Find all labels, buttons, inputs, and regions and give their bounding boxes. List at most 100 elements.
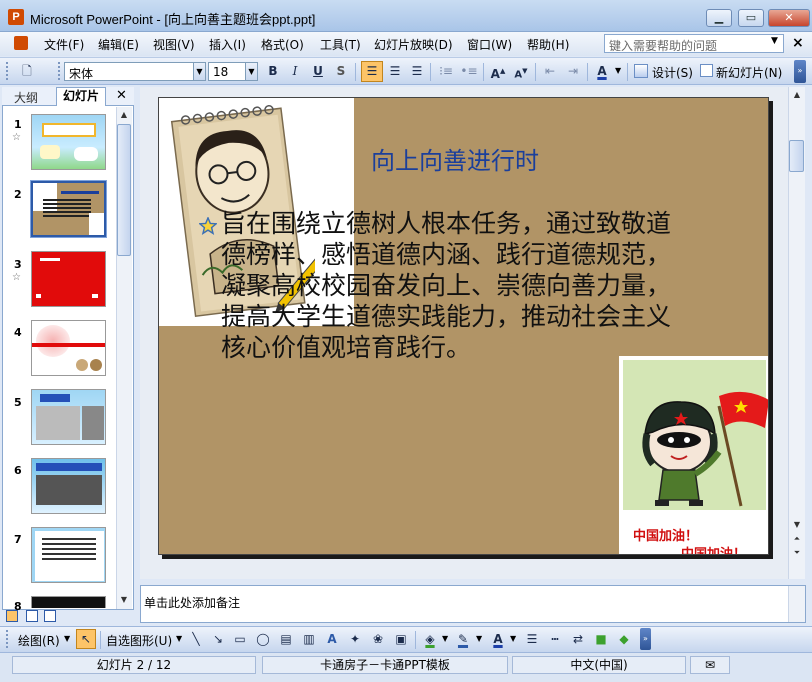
menu-insert[interactable]: 插入(I) bbox=[209, 36, 246, 53]
design-button[interactable]: 设计(S) bbox=[652, 64, 693, 81]
slide-thumbnail-2[interactable] bbox=[30, 180, 107, 238]
dash-style-icon[interactable]: ┅ bbox=[545, 629, 565, 649]
rectangle-icon[interactable]: ▭ bbox=[230, 629, 250, 649]
menu-format[interactable]: 格式(O) bbox=[261, 36, 304, 53]
slide-thumbnail-1[interactable] bbox=[31, 114, 106, 170]
new-slide-button[interactable]: 新幻灯片(N) bbox=[716, 64, 782, 81]
spelling-check-icon[interactable]: ✉ bbox=[690, 656, 730, 674]
toolbar-grip[interactable] bbox=[6, 630, 9, 648]
document-icon[interactable] bbox=[14, 36, 28, 50]
help-search-input[interactable]: 键入需要帮助的问题 bbox=[604, 34, 784, 53]
clipart-icon[interactable]: ❀ bbox=[368, 629, 388, 649]
toolbar-grip[interactable] bbox=[6, 62, 9, 80]
increase-indent-icon[interactable]: ⇥ bbox=[562, 61, 584, 82]
picture-icon[interactable]: ▣ bbox=[391, 629, 411, 649]
slide-thumbnail-7[interactable] bbox=[31, 527, 106, 583]
draw-dropdown-icon[interactable]: ▼ bbox=[64, 634, 70, 643]
minimize-button[interactable]: ▁ bbox=[706, 9, 732, 27]
new-document-icon[interactable]: 🗋 bbox=[16, 61, 38, 82]
line-style-icon[interactable]: ☰ bbox=[522, 629, 542, 649]
current-slide[interactable]: 向上向善进行时 旨在围绕立德树人根本任务，通过致敬道德榜样、感悟道德内涵、践行道… bbox=[158, 97, 769, 555]
diagram-icon[interactable]: ✦ bbox=[345, 629, 365, 649]
line-color-icon[interactable]: ✎ bbox=[453, 629, 473, 649]
next-slide-icon[interactable]: ⏷ bbox=[790, 548, 804, 558]
tab-slides[interactable]: 幻灯片 bbox=[56, 87, 106, 106]
3d-style-icon[interactable]: ◆ bbox=[614, 629, 634, 649]
line-color-dropdown-icon[interactable]: ▼ bbox=[476, 634, 482, 643]
vertical-textbox-icon[interactable]: ▥ bbox=[299, 629, 319, 649]
oval-icon[interactable]: ◯ bbox=[253, 629, 273, 649]
select-pointer-icon[interactable]: ↖ bbox=[76, 629, 96, 649]
decrease-indent-icon[interactable]: ⇤ bbox=[539, 61, 561, 82]
fill-color-dropdown-icon[interactable]: ▼ bbox=[442, 634, 448, 643]
pane-close-icon[interactable]: ✕ bbox=[116, 88, 127, 103]
scroll-up-icon[interactable]: ▲ bbox=[117, 110, 131, 119]
slide-body-text[interactable]: 旨在围绕立德树人根本任务，通过致敬道德榜样、感悟道德内涵、践行道德规范，凝聚高校… bbox=[221, 208, 691, 363]
numbering-icon[interactable]: ⁝≡ bbox=[435, 61, 457, 82]
slides-pane-scroll-thumb[interactable] bbox=[117, 124, 131, 256]
shadow-style-icon[interactable]: ■ bbox=[591, 629, 611, 649]
slide-thumbnail-4[interactable] bbox=[31, 320, 106, 376]
arrow-style-icon[interactable]: ⇄ bbox=[568, 629, 588, 649]
slide-thumbnail-3[interactable] bbox=[31, 251, 106, 307]
font-size-dropdown-icon[interactable]: ▼ bbox=[245, 62, 258, 81]
menu-slideshow[interactable]: 幻灯片放映(D) bbox=[374, 36, 453, 53]
slideshow-view-icon[interactable] bbox=[44, 610, 56, 622]
slide-area-scroll-thumb[interactable] bbox=[789, 140, 804, 172]
font-size-combo[interactable]: 18 bbox=[208, 62, 246, 81]
toolbar-grip[interactable] bbox=[58, 62, 61, 80]
cheer-text-2[interactable]: 中国加油！ bbox=[681, 543, 746, 554]
align-left-icon[interactable]: ☰ bbox=[361, 61, 383, 82]
italic-icon[interactable]: I bbox=[284, 61, 306, 82]
slide-sorter-view-icon[interactable] bbox=[26, 610, 38, 622]
close-button[interactable]: ✕ bbox=[768, 9, 810, 27]
slide-thumbnail-8[interactable] bbox=[31, 596, 106, 608]
previous-slide-icon[interactable]: ⏶ bbox=[790, 534, 804, 544]
menu-help[interactable]: 帮助(H) bbox=[527, 36, 569, 53]
notes-placeholder[interactable]: 单击此处添加备注 bbox=[144, 594, 240, 611]
slide-thumbnail-5[interactable] bbox=[31, 389, 106, 445]
arrow-icon[interactable]: ↘ bbox=[208, 629, 228, 649]
wordart-icon[interactable]: A bbox=[322, 629, 342, 649]
autoshapes-dropdown-icon[interactable]: ▼ bbox=[176, 634, 182, 643]
draw-menu-button[interactable]: 绘图(R) bbox=[18, 632, 60, 649]
menu-window[interactable]: 窗口(W) bbox=[467, 36, 512, 53]
menu-view[interactable]: 视图(V) bbox=[153, 36, 195, 53]
bullets-icon[interactable]: •≡ bbox=[458, 61, 480, 82]
underline-icon[interactable]: U bbox=[307, 61, 329, 82]
help-dropdown-icon[interactable]: ▼ bbox=[771, 36, 778, 46]
scroll-down-icon[interactable]: ▼ bbox=[117, 595, 131, 604]
tab-outline[interactable]: 大纲 bbox=[14, 89, 38, 106]
scroll-up-icon[interactable]: ▲ bbox=[790, 90, 804, 99]
scroll-down-icon[interactable]: ▼ bbox=[790, 520, 804, 529]
font-color-dropdown-icon[interactable]: ▼ bbox=[615, 66, 621, 75]
increase-font-icon[interactable]: A▲ bbox=[487, 61, 509, 82]
toolbar-options-icon[interactable]: » bbox=[794, 60, 806, 83]
design-icon[interactable] bbox=[634, 64, 648, 78]
align-center-icon[interactable]: ☰ bbox=[384, 61, 406, 82]
normal-view-icon[interactable] bbox=[6, 610, 18, 622]
font-name-dropdown-icon[interactable]: ▼ bbox=[193, 62, 206, 81]
draw-font-color-icon[interactable]: A bbox=[488, 629, 508, 649]
cheer-text-1[interactable]: 中国加油！ bbox=[633, 525, 698, 544]
font-name-combo[interactable]: 宋体 bbox=[64, 62, 194, 81]
slide-thumbnail-6[interactable] bbox=[31, 458, 106, 514]
maximize-button[interactable]: ▭ bbox=[738, 9, 764, 27]
font-color-icon[interactable]: A bbox=[591, 61, 613, 82]
menu-tools[interactable]: 工具(T) bbox=[320, 36, 361, 53]
new-slide-icon[interactable] bbox=[700, 64, 713, 77]
decrease-font-icon[interactable]: A▼ bbox=[510, 61, 532, 82]
autoshapes-button[interactable]: 自选图形(U) bbox=[106, 632, 172, 649]
align-right-icon[interactable]: ☰ bbox=[406, 61, 428, 82]
drawing-toolbar-options-icon[interactable]: » bbox=[640, 628, 651, 650]
line-icon[interactable]: ╲ bbox=[186, 629, 206, 649]
menu-file[interactable]: 文件(F) bbox=[44, 36, 84, 53]
notes-scrollbar[interactable] bbox=[788, 586, 805, 622]
shadow-icon[interactable]: S bbox=[330, 61, 352, 82]
draw-font-color-dropdown-icon[interactable]: ▼ bbox=[510, 634, 516, 643]
powerpoint-app-icon[interactable]: P bbox=[8, 9, 24, 25]
fill-color-icon[interactable]: ◈ bbox=[420, 629, 440, 649]
document-close-icon[interactable]: × bbox=[792, 35, 804, 51]
bold-icon[interactable]: B bbox=[262, 61, 284, 82]
menu-edit[interactable]: 编辑(E) bbox=[98, 36, 139, 53]
